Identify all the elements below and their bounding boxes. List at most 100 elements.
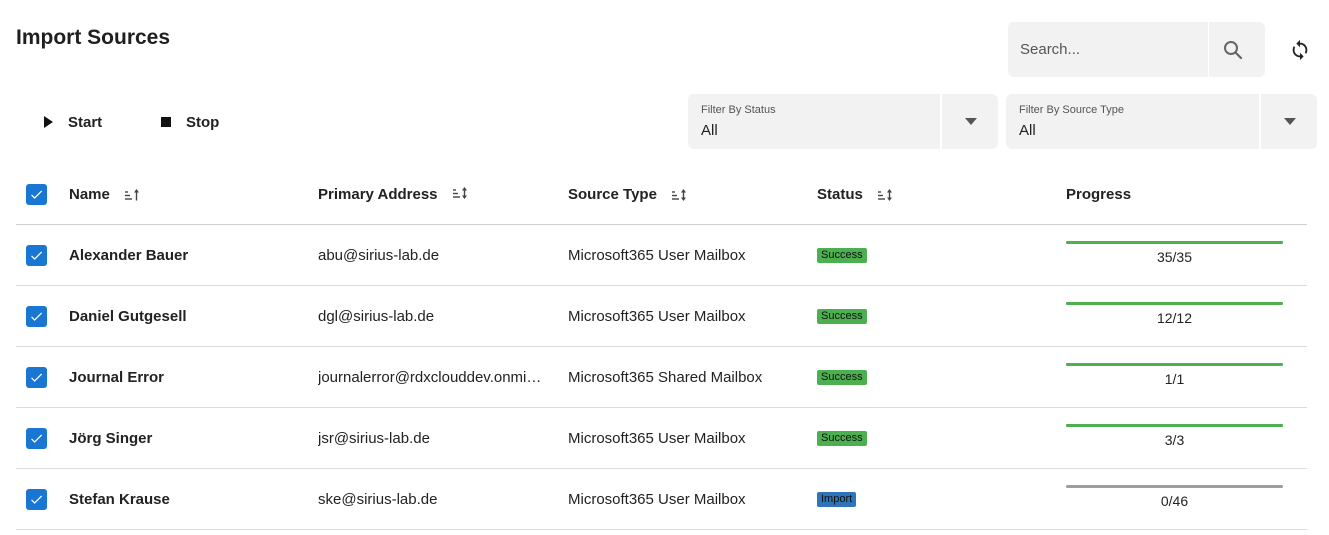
row-checkbox[interactable] — [26, 366, 47, 388]
caret-down-icon — [965, 117, 977, 125]
row-address: jsr@sirius-lab.de — [318, 429, 430, 447]
row-check-cell — [26, 408, 48, 468]
table-header: Name Primary Address Source Type Status … — [16, 165, 1307, 225]
column-header-address-label: Primary Address — [318, 186, 438, 203]
search-divider — [1208, 22, 1209, 77]
column-header-status-label: Status — [817, 186, 863, 203]
check-icon — [31, 495, 43, 504]
sort-icon[interactable] — [877, 188, 893, 202]
source-type-filter-label: Filter By Source Type — [1019, 104, 1124, 116]
table-row[interactable]: Daniel Gutgesell dgl@sirius-lab.de Micro… — [16, 286, 1307, 347]
select-all-checkbox[interactable] — [26, 184, 47, 205]
start-button[interactable]: Start — [42, 108, 102, 136]
progress-track — [1066, 485, 1283, 488]
check-icon — [31, 373, 43, 382]
progress-track — [1066, 424, 1283, 427]
row-address-cell: journalerror@rdxclouddev.onmi… — [318, 347, 552, 407]
table-row[interactable]: Journal Error journalerror@rdxclouddev.o… — [16, 347, 1307, 408]
caret-down-icon — [1284, 117, 1296, 125]
table-row[interactable]: Alexander Bauer abu@sirius-lab.de Micros… — [16, 225, 1307, 286]
progress-bar: 0/46 — [1066, 469, 1283, 529]
row-source-type: Microsoft365 Shared Mailbox — [568, 368, 763, 386]
row-address: ske@sirius-lab.de — [318, 490, 438, 508]
status-filter-divider — [940, 94, 942, 149]
progress-text: 0/46 — [1160, 493, 1189, 509]
progress-track — [1066, 302, 1283, 305]
source-type-filter[interactable]: Filter By Source Type All — [1006, 94, 1317, 149]
search-icon — [1224, 41, 1243, 60]
row-checkbox[interactable] — [26, 305, 47, 327]
column-header-name[interactable]: Name — [69, 165, 299, 224]
column-header-status[interactable]: Status — [817, 165, 1017, 224]
status-filter-dropdown[interactable] — [964, 116, 978, 126]
status-filter-value: All — [701, 122, 718, 139]
progress-text: 1/1 — [1164, 371, 1185, 387]
table-row[interactable]: Stefan Krause ske@sirius-lab.de Microsof… — [16, 469, 1307, 530]
row-source-type: Microsoft365 User Mailbox — [568, 246, 746, 264]
row-progress-cell: 0/46 — [1066, 469, 1286, 529]
progress-fill — [1066, 363, 1283, 366]
row-progress-cell: 1/1 — [1066, 347, 1286, 407]
progress-bar: 35/35 — [1066, 225, 1283, 285]
sources-table: Name Primary Address Source Type Status … — [16, 165, 1307, 530]
row-checkbox[interactable] — [26, 244, 47, 266]
row-check-cell — [26, 225, 48, 285]
progress-text: 3/3 — [1164, 432, 1185, 448]
check-icon — [31, 434, 43, 443]
stop-icon — [161, 117, 171, 127]
check-icon — [31, 190, 43, 199]
status-badge: Import — [817, 491, 857, 507]
column-header-address[interactable]: Primary Address — [318, 165, 552, 224]
table-row[interactable]: Jörg Singer jsr@sirius-lab.de Microsoft3… — [16, 408, 1307, 469]
column-header-name-label: Name — [69, 186, 110, 203]
row-name: Stefan Krause — [69, 490, 170, 508]
row-status-cell: Success — [817, 347, 1017, 407]
sort-asc-icon[interactable] — [124, 188, 140, 202]
status-badge: Success — [817, 308, 867, 324]
select-all-cell — [26, 165, 48, 224]
row-progress-cell: 12/12 — [1066, 286, 1286, 346]
status-filter-label: Filter By Status — [701, 104, 776, 116]
row-checkbox[interactable] — [26, 488, 47, 510]
start-label: Start — [68, 113, 103, 131]
check-icon — [31, 251, 43, 260]
row-name: Alexander Bauer — [69, 246, 189, 264]
row-checkbox[interactable] — [26, 427, 47, 449]
stop-button[interactable]: Stop — [160, 108, 219, 136]
sort-icon[interactable] — [671, 188, 687, 202]
progress-fill — [1066, 302, 1283, 305]
progress-bar: 1/1 — [1066, 347, 1283, 407]
play-icon — [44, 116, 53, 128]
search-button[interactable] — [1217, 34, 1249, 66]
progress-text: 35/35 — [1156, 249, 1193, 265]
row-address: abu@sirius-lab.de — [318, 246, 440, 264]
source-type-filter-dropdown[interactable] — [1283, 116, 1297, 126]
row-check-cell — [26, 469, 48, 529]
status-badge: Success — [817, 430, 867, 446]
progress-track — [1066, 241, 1283, 244]
source-type-filter-divider — [1259, 94, 1261, 149]
progress-bar: 12/12 — [1066, 286, 1283, 346]
row-address-cell: ske@sirius-lab.de — [318, 469, 552, 529]
row-address-cell: jsr@sirius-lab.de — [318, 408, 552, 468]
row-status-cell: Import — [817, 469, 1017, 529]
status-filter[interactable]: Filter By Status All — [688, 94, 998, 149]
sort-icon[interactable] — [452, 186, 468, 204]
row-name: Daniel Gutgesell — [69, 307, 187, 325]
row-source-type: Microsoft365 User Mailbox — [568, 490, 746, 508]
source-type-filter-value: All — [1019, 122, 1036, 139]
search-box — [1008, 22, 1265, 77]
check-icon — [31, 312, 43, 321]
status-badge: Success — [817, 247, 867, 263]
refresh-icon — [1292, 39, 1308, 61]
progress-fill — [1066, 424, 1283, 427]
row-check-cell — [26, 347, 48, 407]
column-header-source-type[interactable]: Source Type — [568, 165, 808, 224]
row-address: dgl@sirius-lab.de — [318, 307, 435, 325]
refresh-button[interactable] — [1284, 34, 1316, 66]
row-name: Journal Error — [69, 368, 165, 386]
row-source-type: Microsoft365 User Mailbox — [568, 429, 746, 447]
search-input[interactable] — [1008, 22, 1208, 77]
row-progress-cell: 35/35 — [1066, 225, 1286, 285]
column-header-progress: Progress — [1066, 165, 1286, 224]
